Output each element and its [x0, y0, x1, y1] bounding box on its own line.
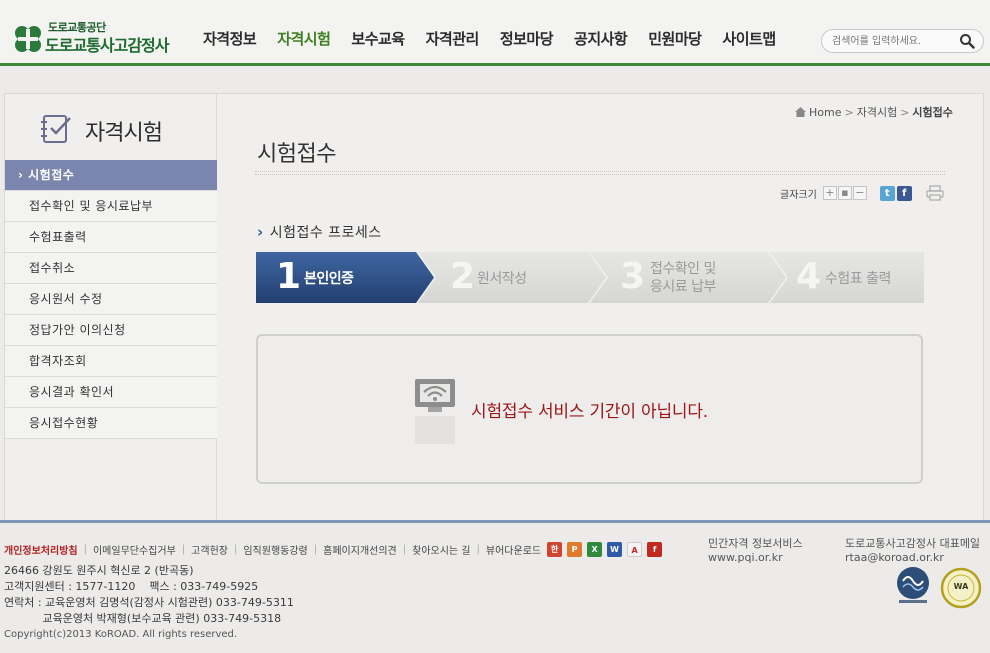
twitter-share-icon[interactable]: t [879, 185, 895, 201]
powerpoint-viewer-icon[interactable]: P [567, 542, 583, 557]
step-4-label: 수험표 출력 [825, 271, 891, 287]
svg-text:WA: WA [954, 582, 969, 591]
nav-item-notices[interactable]: 공지사항 [574, 28, 628, 52]
representative-email: 도로교통사고감정사 대표메일 rtaa@koroad.or.kr [845, 537, 980, 565]
page-title: 시험접수 [257, 142, 336, 167]
checklist-icon [41, 115, 71, 143]
nav-item-qualification-info[interactable]: 자격정보 [203, 28, 257, 52]
home-icon [795, 107, 806, 117]
nav-item-qualification-exam[interactable]: 자격시험 [277, 28, 331, 52]
footer-link-customer-charter[interactable]: 고객헌장 [191, 542, 228, 557]
font-size-increase-button[interactable]: + [822, 186, 837, 200]
email-title: 도로교통사고감정사 대표메일 [845, 537, 981, 550]
copyright: Copyright(c)2013 KoROAD. All rights rese… [4, 629, 238, 640]
print-icon[interactable] [926, 185, 944, 201]
accessibility-mark-icon: WA [940, 567, 982, 609]
footer-link-site-feedback[interactable]: 홈페이지개선의견 [323, 542, 397, 557]
site-footer: 개인정보처리방침 | 이메일무단수집거부 | 고객헌장 | 임직원행동강령 | 홈페이지… [0, 523, 990, 653]
font-size-decrease-button[interactable]: − [852, 186, 867, 200]
step-2-label: 원서작성 [477, 271, 527, 287]
breadcrumb-home[interactable]: Home [809, 106, 841, 119]
sidebar-item-exam-registration[interactable]: 시험접수 [5, 160, 217, 191]
nav-item-qualification-management[interactable]: 자격관리 [426, 28, 480, 52]
notice-box: 시험접수 서비스 기간이 아닙니다. [256, 334, 923, 484]
page-tools: 글자크기 + ▪ − t f [780, 185, 944, 201]
sidebar-item-admission-ticket[interactable]: 수험표출력 [5, 222, 217, 253]
sidebar-item-registration-check-payment[interactable]: 접수확인 및 응시료납부 [5, 191, 217, 222]
private-qualification-service: 민간자격 정보서비스 www.pqi.or.kr [708, 537, 803, 565]
footer-links: 개인정보처리방침 | 이메일무단수집거부 | 고객헌장 | 임직원행동강령 | 홈페이지… [4, 542, 667, 557]
contact-line: 고객지원센터 : 1577-1120 팩스 : 033-749-5925 [4, 580, 259, 593]
nav-item-info-center[interactable]: 정보마당 [500, 28, 554, 52]
content-frame: 자격시험 시험접수 접수확인 및 응시료납부 수험표출력 접수취소 응시원서 수… [4, 93, 984, 521]
site-title: 도로교통사고감정사 [45, 36, 169, 55]
process-title: 시험접수 프로세스 [257, 222, 382, 242]
viewer-downloads: 한 P X W A f [547, 542, 667, 557]
title-divider [255, 171, 945, 175]
service-unavailable-message: 시험접수 서비스 기간이 아닙니다. [471, 402, 708, 422]
clover-logo-icon [15, 26, 41, 52]
hwp-viewer-icon[interactable]: 한 [547, 542, 563, 557]
site-header: 도로교통공단 도로교통사고감정사 자격정보 자격시험 보수교육 자격관리 정보마… [0, 0, 990, 66]
process-steps: 1 본인인증 2 원서작성 3 접수확인 및 응시료 납부 4 수험표 출력 [256, 252, 924, 303]
step-1-label: 본인인증 [304, 271, 354, 287]
contact-line: 교육운영처 박재형(보수교육 관련) 033-749-5318 [4, 612, 282, 625]
footer-link-email-refusal[interactable]: 이메일무단수집거부 [93, 542, 176, 557]
step-3-label-line2: 응시료 납부 [650, 279, 716, 295]
sidebar-item-pass-lookup[interactable]: 합격자조회 [5, 346, 217, 377]
breadcrumb-section[interactable]: 자격시험 [857, 106, 897, 119]
certification-badge-icon [897, 567, 929, 603]
step-1-number: 1 [276, 256, 302, 297]
nav-item-refresher-training[interactable]: 보수교육 [351, 28, 405, 52]
footer-link-privacy[interactable]: 개인정보처리방침 [4, 542, 78, 557]
sidebar: 자격시험 시험접수 접수확인 및 응시료납부 수험표출력 접수취소 응시원서 수… [5, 94, 217, 520]
nav-item-sitemap[interactable]: 사이트맵 [722, 28, 776, 52]
breadcrumb: Home > 자격시험 > 시험접수 [795, 104, 953, 120]
process-steps-graphic [256, 252, 924, 303]
flash-viewer-icon[interactable]: f [647, 542, 663, 557]
address-line: 26466 강원도 원주시 혁신로 2 (반곡동) [4, 564, 194, 577]
monitor-icon [415, 379, 455, 444]
font-size-reset-button[interactable]: ▪ [837, 186, 852, 200]
step-3-label-line1: 접수확인 및 [650, 261, 716, 277]
word-viewer-icon[interactable]: W [607, 542, 623, 557]
sidebar-item-edit-application[interactable]: 응시원서 수정 [5, 284, 217, 315]
email-address[interactable]: rtaa@koroad.or.kr [845, 551, 980, 565]
private-service-title: 민간자격 정보서비스 [708, 537, 803, 550]
main-nav: 자격정보 자격시험 보수교육 자격관리 정보마당 공지사항 민원마당 사이트맵 [203, 28, 797, 52]
facebook-share-icon[interactable]: f [896, 185, 912, 201]
pdf-viewer-icon[interactable]: A [627, 542, 643, 557]
search-input[interactable] [832, 33, 952, 49]
sidebar-title: 자격시험 [85, 121, 163, 146]
site-logo[interactable]: 도로교통공단 도로교통사고감정사 [12, 16, 192, 56]
footer-link-code-of-conduct[interactable]: 임직원행동강령 [243, 542, 307, 557]
breadcrumb-current: 시험접수 [912, 106, 953, 119]
sidebar-item-registration-status[interactable]: 응시접수현황 [5, 408, 217, 439]
step-4-number: 4 [796, 256, 822, 297]
sidebar-item-cancel-registration[interactable]: 접수취소 [5, 253, 217, 284]
nav-item-civil-service[interactable]: 민원마당 [648, 28, 702, 52]
excel-viewer-icon[interactable]: X [587, 542, 603, 557]
step-3-number: 3 [620, 256, 646, 297]
footer-address: 26466 강원도 원주시 혁신로 2 (반곡동) 고객지원센터 : 1577-1… [4, 563, 294, 627]
footer-link-viewer-download[interactable]: 뷰어다운로드 [486, 542, 541, 557]
step-2-number: 2 [450, 256, 476, 297]
font-size-label: 글자크기 [780, 189, 817, 201]
footer-link-directions[interactable]: 찾아오시는 길 [412, 542, 470, 557]
search-box [821, 29, 984, 53]
search-icon[interactable] [959, 33, 975, 49]
sidebar-item-result-certificate[interactable]: 응시결과 확인서 [5, 377, 217, 408]
sidebar-menu: 시험접수 접수확인 및 응시료납부 수험표출력 접수취소 응시원서 수정 정답가… [5, 160, 217, 439]
contact-line: 연락처 : 교육운영처 김명석(감정사 시험관련) 033-749-5311 [4, 596, 294, 609]
sidebar-item-answer-objection[interactable]: 정답가안 이의신청 [5, 315, 217, 346]
private-service-url[interactable]: www.pqi.or.kr [708, 551, 803, 565]
